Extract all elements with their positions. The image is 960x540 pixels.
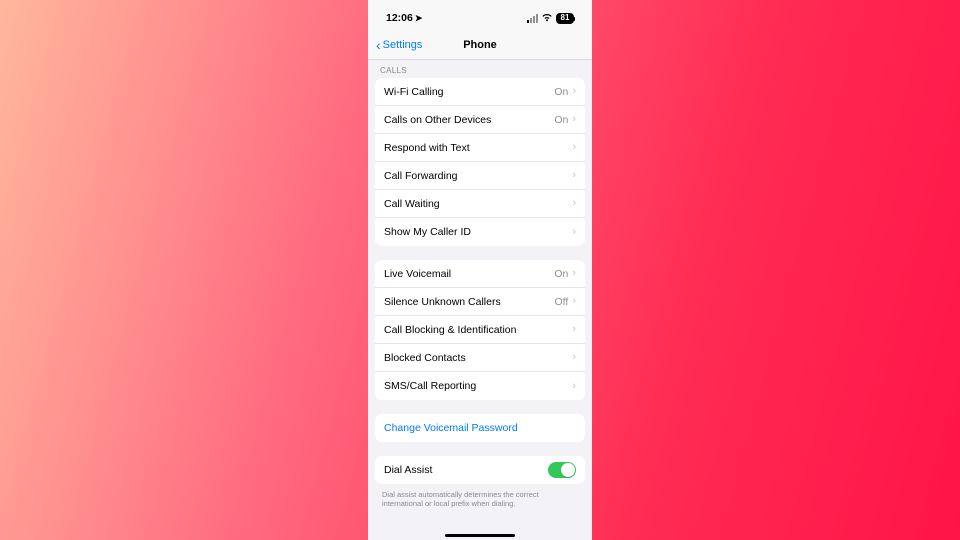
row-call-waiting[interactable]: Call Waiting ›	[375, 190, 585, 218]
row-live-voicemail[interactable]: Live Voicemail On ›	[375, 260, 585, 288]
section-header-calls: CALLS	[368, 60, 592, 78]
row-label: Dial Assist	[384, 464, 548, 476]
group-callers: Live Voicemail On › Silence Unknown Call…	[375, 260, 585, 400]
dial-assist-toggle[interactable]	[548, 462, 576, 478]
chevron-right-icon: ›	[572, 381, 576, 392]
row-value: On	[554, 114, 568, 126]
row-label: SMS/Call Reporting	[384, 380, 568, 392]
battery-level: 81	[561, 13, 570, 23]
group-voicemail-password: Change Voicemail Password	[375, 414, 585, 442]
row-label: Respond with Text	[384, 142, 568, 154]
chevron-right-icon: ›	[572, 86, 576, 97]
wifi-icon	[541, 13, 553, 25]
chevron-right-icon: ›	[572, 227, 576, 238]
back-button-label: Settings	[383, 39, 423, 51]
row-call-blocking-id[interactable]: Call Blocking & Identification ›	[375, 316, 585, 344]
status-right: 81	[527, 12, 574, 24]
row-label: Call Waiting	[384, 198, 568, 210]
battery-icon: 81	[556, 13, 574, 24]
group-calls: Wi-Fi Calling On › Calls on Other Device…	[375, 78, 585, 246]
group-dial-assist: Dial Assist	[375, 456, 585, 484]
chevron-right-icon: ›	[572, 114, 576, 125]
row-calls-other-devices[interactable]: Calls on Other Devices On ›	[375, 106, 585, 134]
chevron-right-icon: ›	[572, 268, 576, 279]
row-sms-call-reporting[interactable]: SMS/Call Reporting ›	[375, 372, 585, 400]
row-label: Call Blocking & Identification	[384, 324, 568, 336]
row-value: Off	[555, 296, 569, 308]
row-label: Live Voicemail	[384, 268, 554, 280]
row-respond-with-text[interactable]: Respond with Text ›	[375, 134, 585, 162]
home-indicator	[445, 534, 515, 537]
row-label: Wi-Fi Calling	[384, 86, 554, 98]
chevron-right-icon: ›	[572, 296, 576, 307]
row-value: On	[554, 268, 568, 280]
back-button[interactable]: ‹ Settings	[376, 38, 422, 52]
row-label: Calls on Other Devices	[384, 114, 554, 126]
chevron-right-icon: ›	[572, 324, 576, 335]
row-show-my-caller-id[interactable]: Show My Caller ID ›	[375, 218, 585, 246]
row-label: Call Forwarding	[384, 170, 568, 182]
row-blocked-contacts[interactable]: Blocked Contacts ›	[375, 344, 585, 372]
settings-content: CALLS Wi-Fi Calling On › Calls on Other …	[368, 60, 592, 540]
chevron-right-icon: ›	[572, 142, 576, 153]
cellular-signal-icon	[527, 14, 538, 23]
navbar: ‹ Settings Phone	[368, 30, 592, 60]
chevron-left-icon: ‹	[376, 38, 381, 52]
chevron-right-icon: ›	[572, 198, 576, 209]
location-icon: ➤	[415, 13, 423, 24]
row-wifi-calling[interactable]: Wi-Fi Calling On ›	[375, 78, 585, 106]
row-silence-unknown-callers[interactable]: Silence Unknown Callers Off ›	[375, 288, 585, 316]
status-left: 12:06 ➤	[386, 12, 422, 24]
status-time: 12:06	[386, 12, 413, 24]
status-bar: 12:06 ➤ 81	[368, 0, 592, 30]
phone-frame: 12:06 ➤ 81 ‹ Settings Phone CALLS Wi-Fi …	[368, 0, 592, 540]
dial-assist-footer: Dial assist automatically determines the…	[368, 486, 592, 509]
row-label: Silence Unknown Callers	[384, 296, 555, 308]
row-change-voicemail-password[interactable]: Change Voicemail Password	[375, 414, 585, 442]
row-label: Blocked Contacts	[384, 352, 568, 364]
row-call-forwarding[interactable]: Call Forwarding ›	[375, 162, 585, 190]
chevron-right-icon: ›	[572, 352, 576, 363]
row-value: On	[554, 86, 568, 98]
row-dial-assist[interactable]: Dial Assist	[375, 456, 585, 484]
chevron-right-icon: ›	[572, 170, 576, 181]
row-label: Show My Caller ID	[384, 226, 568, 238]
row-label: Change Voicemail Password	[384, 422, 576, 434]
